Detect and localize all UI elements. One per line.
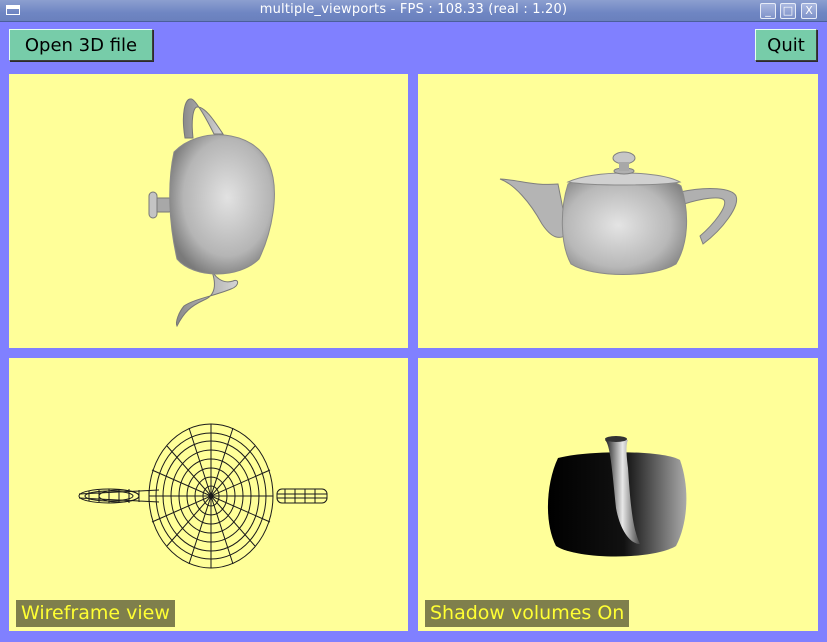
- window-title: multiple_viewports - FPS : 108.33 (real …: [259, 2, 568, 17]
- maximize-button[interactable]: □: [780, 3, 796, 19]
- viewport-top-view[interactable]: [9, 74, 408, 348]
- viewport-wireframe[interactable]: Wireframe view: [9, 358, 408, 631]
- teapot-shadow-render: [547, 436, 687, 557]
- viewport-shadow-volumes[interactable]: Shadow volumes On: [418, 358, 818, 631]
- close-button[interactable]: X: [801, 3, 817, 19]
- teapot-top-render: [148, 98, 275, 328]
- window-titlebar[interactable]: multiple_viewports - FPS : 108.33 (real …: [0, 0, 827, 22]
- open-3d-file-button[interactable]: Open 3D file: [9, 29, 153, 61]
- minimize-button[interactable]: _: [760, 3, 776, 19]
- viewport-front-view[interactable]: [418, 74, 818, 348]
- teapot-wireframe-render: [78, 423, 328, 569]
- wireframe-view-label: Wireframe view: [16, 600, 175, 627]
- teapot-front-render: [499, 151, 738, 275]
- quit-button[interactable]: Quit: [755, 29, 817, 61]
- shadow-volumes-label: Shadow volumes On: [425, 600, 630, 627]
